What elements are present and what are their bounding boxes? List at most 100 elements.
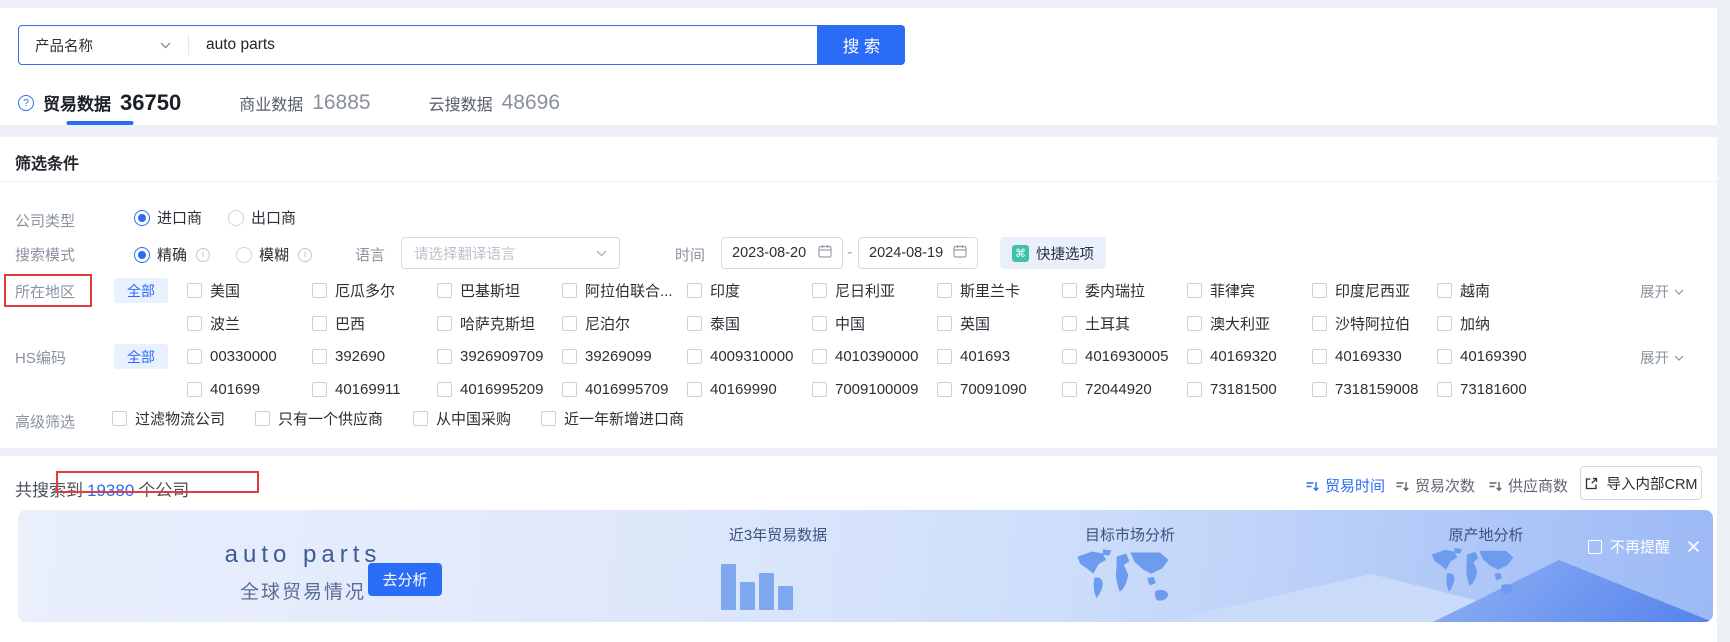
region-checkbox-item[interactable]: 加纳 xyxy=(1437,307,1562,340)
checkbox[interactable] xyxy=(187,382,202,397)
checkbox[interactable] xyxy=(312,349,327,364)
checkbox[interactable] xyxy=(187,349,202,364)
checkbox[interactable] xyxy=(187,283,202,298)
checkbox[interactable] xyxy=(1437,283,1452,298)
search-button[interactable]: 搜 索 xyxy=(818,25,905,65)
hs-checkbox-item[interactable]: 4016995209 xyxy=(437,373,562,406)
region-checkbox-item[interactable]: 印度尼西亚 xyxy=(1312,274,1437,307)
tab-cloud-search-data[interactable]: 云搜数据 48696 xyxy=(429,80,560,125)
checkbox[interactable] xyxy=(1312,382,1327,397)
hs-all-button[interactable]: 全部 xyxy=(114,344,168,369)
search-category-dropdown[interactable]: 产品名称 xyxy=(35,35,171,56)
hs-checkbox-item[interactable]: 4016995709 xyxy=(562,373,687,406)
hs-expand-link[interactable]: 展开 xyxy=(1640,347,1684,368)
radio-exporter[interactable]: 出口商 xyxy=(228,207,296,228)
region-checkbox-item[interactable]: 印度 xyxy=(687,274,812,307)
checkbox[interactable] xyxy=(1187,316,1202,331)
hs-checkbox-item[interactable]: 4016930005 xyxy=(1062,340,1187,373)
hs-checkbox-item[interactable]: 401699 xyxy=(187,373,312,406)
checkbox[interactable] xyxy=(687,283,702,298)
checkbox[interactable] xyxy=(1187,382,1202,397)
checkbox[interactable] xyxy=(812,283,827,298)
region-checkbox-item[interactable]: 巴西 xyxy=(312,307,437,340)
checkbox[interactable] xyxy=(437,349,452,364)
region-checkbox-item[interactable]: 尼泊尔 xyxy=(562,307,687,340)
region-checkbox-item[interactable]: 委内瑞拉 xyxy=(1062,274,1187,307)
region-checkbox-item[interactable]: 英国 xyxy=(937,307,1062,340)
sort-trade-count[interactable]: 贸易次数 xyxy=(1395,475,1475,496)
hs-checkbox-item[interactable]: 7318159008 xyxy=(1312,373,1437,406)
checkbox[interactable] xyxy=(437,382,452,397)
hs-checkbox-item[interactable]: 7009100009 xyxy=(812,373,937,406)
region-checkbox-item[interactable]: 波兰 xyxy=(187,307,312,340)
checkbox[interactable] xyxy=(937,283,952,298)
region-all-button[interactable]: 全部 xyxy=(114,278,168,303)
hs-checkbox-item[interactable]: 392690 xyxy=(312,340,437,373)
checkbox[interactable] xyxy=(687,382,702,397)
hs-checkbox-item[interactable]: 70091090 xyxy=(937,373,1062,406)
checkbox[interactable] xyxy=(562,316,577,331)
region-checkbox-item[interactable]: 巴基斯坦 xyxy=(437,274,562,307)
checkbox[interactable] xyxy=(1312,283,1327,298)
quick-options-button[interactable]: ⌘ 快捷选项 xyxy=(1000,237,1106,269)
checkbox[interactable] xyxy=(255,410,271,426)
hs-checkbox-item[interactable]: 40169390 xyxy=(1437,340,1562,373)
region-checkbox-item[interactable]: 哈萨克斯坦 xyxy=(437,307,562,340)
checkbox[interactable] xyxy=(562,349,577,364)
checkbox[interactable] xyxy=(1312,349,1327,364)
checkbox[interactable] xyxy=(687,316,702,331)
close-icon[interactable] xyxy=(1687,540,1700,553)
hs-checkbox-item[interactable]: 401693 xyxy=(937,340,1062,373)
hs-checkbox-item[interactable]: 00330000 xyxy=(187,340,312,373)
region-checkbox-item[interactable]: 澳大利亚 xyxy=(1187,307,1312,340)
hs-checkbox-item[interactable]: 4009310000 xyxy=(687,340,812,373)
hs-checkbox-item[interactable]: 40169911 xyxy=(312,373,437,406)
checkbox[interactable] xyxy=(812,349,827,364)
checkbox[interactable] xyxy=(413,410,429,426)
date-end-input[interactable]: 2024-08-19 xyxy=(858,237,978,269)
radio-exact[interactable]: 精确 i xyxy=(134,244,211,265)
radio-importer[interactable]: 进口商 xyxy=(134,207,202,228)
region-checkbox-item[interactable]: 越南 xyxy=(1437,274,1562,307)
tab-business-data[interactable]: 商业数据 16885 xyxy=(239,80,370,125)
checkbox[interactable] xyxy=(312,316,327,331)
checkbox[interactable] xyxy=(1062,382,1077,397)
checkbox[interactable] xyxy=(562,283,577,298)
sort-trade-time[interactable]: 贸易时间 xyxy=(1305,475,1385,496)
advanced-checkbox-item[interactable]: 只有一个供应商 xyxy=(255,405,383,431)
region-checkbox-item[interactable]: 尼日利亚 xyxy=(812,274,937,307)
checkbox[interactable] xyxy=(812,316,827,331)
checkbox[interactable] xyxy=(1187,349,1202,364)
region-checkbox-item[interactable]: 斯里兰卡 xyxy=(937,274,1062,307)
region-checkbox-item[interactable]: 沙特阿拉伯 xyxy=(1312,307,1437,340)
checkbox[interactable] xyxy=(1062,283,1077,298)
tab-trade-data[interactable]: ? 贸易数据 36750 xyxy=(18,80,181,125)
region-checkbox-item[interactable]: 泰国 xyxy=(687,307,812,340)
date-start-input[interactable]: 2023-08-20 xyxy=(721,237,843,269)
checkbox[interactable] xyxy=(437,316,452,331)
checkbox[interactable] xyxy=(1437,349,1452,364)
sort-supplier-count[interactable]: 供应商数 xyxy=(1488,475,1568,496)
checkbox[interactable] xyxy=(437,283,452,298)
hs-checkbox-item[interactable]: 40169320 xyxy=(1187,340,1312,373)
region-expand-link[interactable]: 展开 xyxy=(1640,281,1684,302)
import-crm-button[interactable]: 导入内部CRM xyxy=(1580,466,1702,500)
info-icon[interactable]: i xyxy=(298,247,313,262)
advanced-checkbox-item[interactable]: 从中国采购 xyxy=(413,405,511,431)
hs-checkbox-item[interactable]: 4010390000 xyxy=(812,340,937,373)
checkbox[interactable] xyxy=(312,283,327,298)
checkbox[interactable] xyxy=(687,349,702,364)
region-checkbox-item[interactable]: 菲律宾 xyxy=(1187,274,1312,307)
hs-checkbox-item[interactable]: 3926909709 xyxy=(437,340,562,373)
checkbox[interactable] xyxy=(1437,382,1452,397)
dismiss-checkbox[interactable] xyxy=(1587,539,1602,554)
region-checkbox-item[interactable]: 中国 xyxy=(812,307,937,340)
region-checkbox-item[interactable]: 美国 xyxy=(187,274,312,307)
checkbox[interactable] xyxy=(937,382,952,397)
checkbox[interactable] xyxy=(541,410,557,426)
radio-fuzzy[interactable]: 模糊 i xyxy=(236,244,313,265)
checkbox[interactable] xyxy=(1312,316,1327,331)
checkbox[interactable] xyxy=(1062,316,1077,331)
region-checkbox-item[interactable]: 土耳其 xyxy=(1062,307,1187,340)
advanced-checkbox-item[interactable]: 近一年新增进口商 xyxy=(541,405,684,431)
